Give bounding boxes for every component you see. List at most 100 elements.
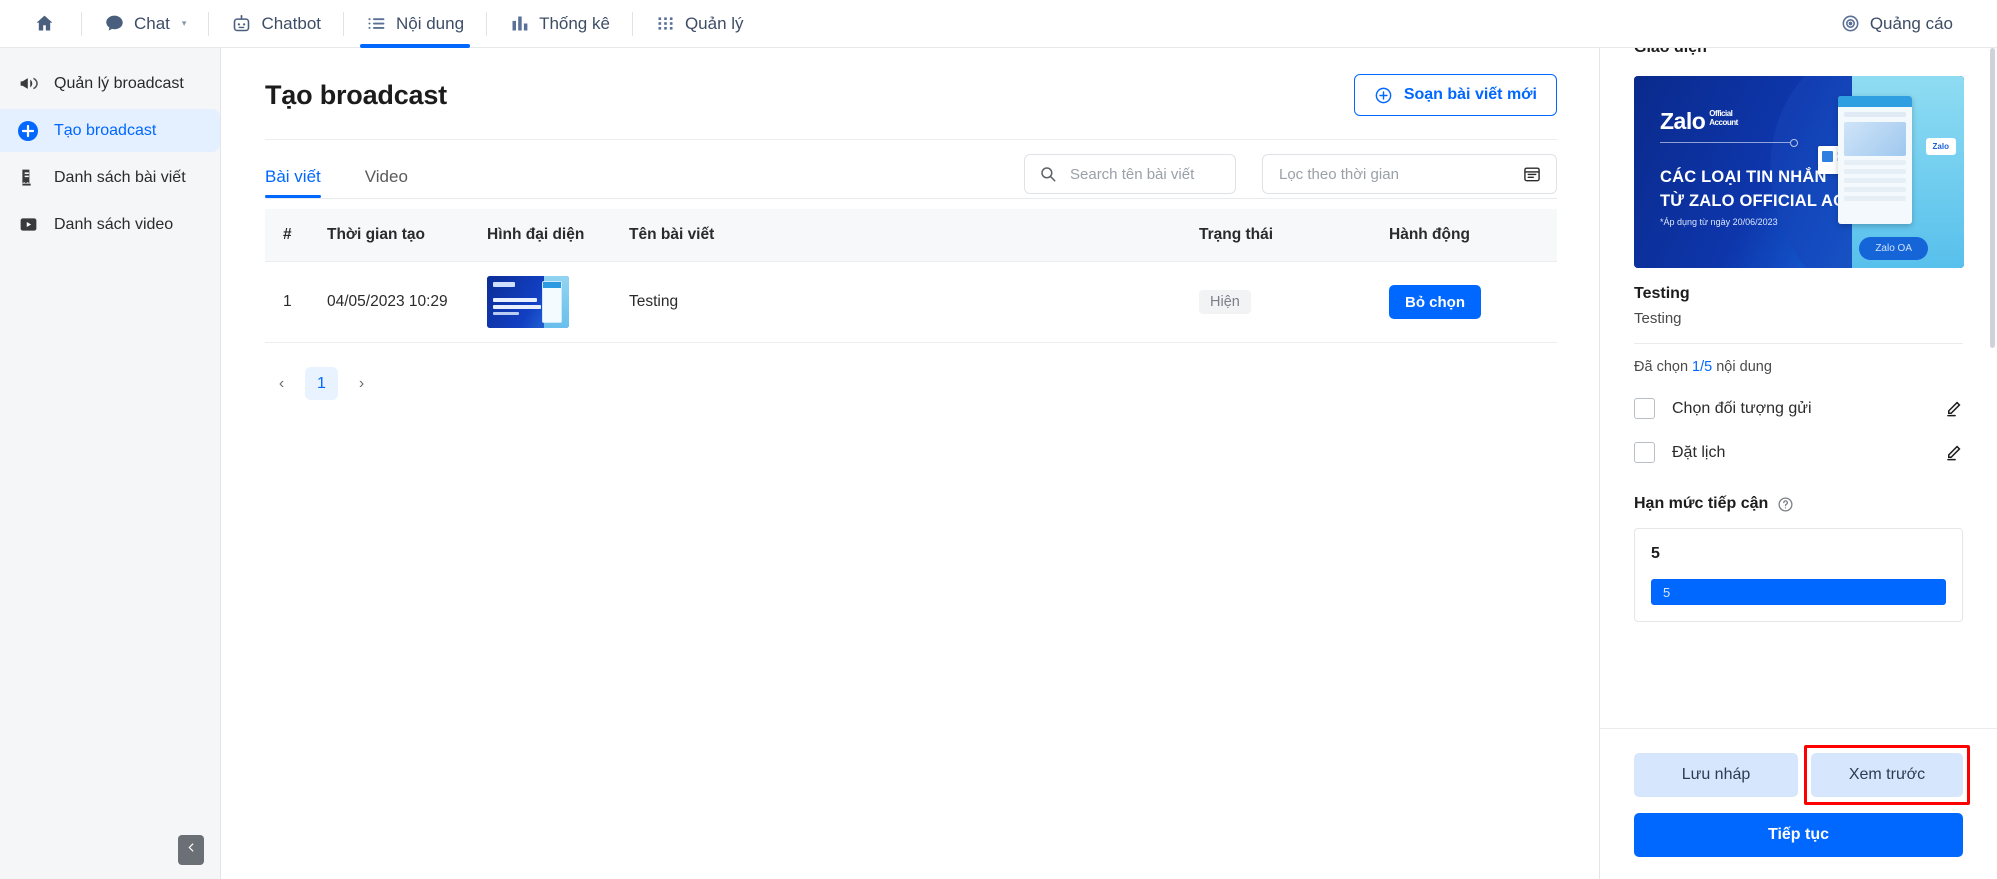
nav-item-thong-ke[interactable]: Thống kê (487, 0, 632, 47)
left-sidebar: Quản lý broadcast Tạo broadcast Danh sác… (0, 48, 221, 879)
preview-phone-mock (1838, 96, 1912, 224)
tab-video[interactable]: Video (365, 159, 408, 198)
selected-suffix: nội dung (1712, 359, 1772, 375)
nav-item-chat[interactable]: Chat ▾ (82, 0, 208, 47)
nav-item-chatbot[interactable]: Chatbot (209, 0, 343, 47)
chevron-down-icon[interactable]: ▾ (182, 18, 187, 29)
nav-item-label-quang-cao: Quảng cáo (1869, 13, 1953, 33)
preview-bubble: Zalo (1925, 138, 1956, 155)
save-draft-button[interactable]: Lưu nháp (1634, 753, 1798, 797)
compose-button-label: Soạn bài viết mới (1403, 86, 1537, 103)
selected-count-text: Đã chọn 1/5 nội dung (1634, 359, 1963, 375)
search-icon (1039, 165, 1057, 183)
selected-prefix: Đã chọn (1634, 359, 1693, 375)
grid-dots-icon (655, 13, 676, 34)
pencil-icon[interactable] (1944, 443, 1963, 462)
nav-item-quang-cao[interactable]: Quảng cáo (1818, 13, 1975, 34)
main-content: Tạo broadcast Soạn bài viết mới Bài viết… (221, 48, 1599, 879)
robot-icon (231, 13, 252, 34)
question-circle-icon[interactable] (1777, 496, 1794, 513)
broadcast-preview-image: Zalo Official Account CÁC LOẠI TIN NHẮN TỪ… (1634, 76, 1964, 268)
option-row-dat-lich[interactable]: Đặt lịch (1634, 442, 1963, 463)
reach-limit-value: 5 (1651, 545, 1660, 562)
search-input[interactable] (1068, 164, 1221, 184)
sidebar-item-tao-broadcast[interactable]: Tạo broadcast (0, 109, 220, 152)
nav-item-noi-dung[interactable]: Nội dung (344, 0, 486, 48)
option-row-chon-doi-tuong-gui[interactable]: Chọn đối tượng gửi (1634, 398, 1963, 419)
nav-item-label-thong-ke: Thống kê (539, 13, 610, 33)
preview-button-wrapper: Xem trước (1804, 745, 1970, 805)
pagination: ‹ 1 › (221, 343, 1599, 400)
pagination-page-1[interactable]: 1 (305, 367, 338, 400)
compose-new-post-button[interactable]: Soạn bài viết mới (1353, 74, 1557, 116)
home-icon (34, 13, 55, 34)
pagination-next[interactable]: › (345, 367, 378, 400)
col-header-created-at: Thời gian tạo (327, 209, 487, 262)
pagination-prev[interactable]: ‹ (265, 367, 298, 400)
cell-thumbnail (487, 261, 629, 343)
reach-limit-bar: 5 (1651, 579, 1946, 605)
nav-item-label-noi-dung: Nội dung (396, 13, 465, 33)
tab-label: Bài viết (265, 167, 321, 186)
top-navigation-bar: Chat ▾ Chatbot Nội dung Thống kê Quản lý… (0, 0, 1997, 48)
calendar-icon[interactable] (1522, 164, 1542, 184)
cell-index: 1 (265, 261, 327, 343)
post-thumbnail-image (487, 276, 569, 328)
tab-bai-viet[interactable]: Bài viết (265, 159, 321, 198)
megaphone-icon (16, 72, 40, 96)
sidebar-item-label: Danh sách video (54, 215, 174, 233)
date-filter-input[interactable] (1277, 164, 1511, 184)
content-tabs: Bài viết Video (265, 159, 452, 198)
right-panel-divider (1634, 343, 1963, 344)
preview-brand-name: Zalo (1660, 108, 1706, 134)
list-icon (366, 13, 387, 34)
target-icon (1840, 13, 1861, 34)
search-box[interactable] (1024, 154, 1236, 194)
page-title: Tạo broadcast (265, 79, 447, 110)
sidebar-collapse-button[interactable] (178, 835, 204, 865)
tabs-and-filters-row: Bài viết Video (221, 154, 1599, 198)
col-header-post-name: Tên bài viết (629, 209, 1199, 262)
table-header-row: # Thời gian tạo Hình đại diện Tên bài vi… (265, 209, 1557, 262)
tab-label: Video (364, 167, 408, 186)
pencil-icon[interactable] (1944, 399, 1963, 418)
bar-chart-icon (509, 13, 530, 34)
posts-table: # Thời gian tạo Hình đại diện Tên bài vi… (265, 209, 1557, 343)
col-header-thumbnail: Hình đại diện (487, 209, 629, 262)
body-container: Quản lý broadcast Tạo broadcast Danh sác… (0, 48, 1997, 879)
table-wrapper: # Thời gian tạo Hình đại diện Tên bài vi… (221, 209, 1599, 343)
preview-button[interactable]: Xem trước (1811, 753, 1963, 797)
date-filter-box[interactable] (1262, 154, 1557, 194)
continue-button[interactable]: Tiếp tục (1634, 813, 1963, 857)
sidebar-item-danh-sach-bai-viet[interactable]: Danh sách bài viết (0, 156, 220, 199)
sidebar-item-danh-sach-video[interactable]: Danh sách video (0, 203, 220, 246)
filters (1024, 154, 1557, 198)
option-label: Chọn đối tượng gửi (1672, 399, 1812, 417)
right-panel-scroll-area: Giao diện ZaloOfficialAccount CÁC LOẠI T… (1600, 48, 1997, 728)
preview-oa-tag: Zalo OA (1859, 237, 1928, 260)
nav-item-home[interactable] (28, 0, 81, 47)
table-row[interactable]: 1 04/05/2023 10:29 Testing Hiện Bỏ chọn (265, 261, 1557, 343)
broadcast-title: Testing (1634, 285, 1690, 302)
reach-limit-header: Hạn mức tiếp cận (1634, 495, 1963, 513)
nav-item-label-chatbot: Chatbot (261, 13, 321, 33)
table-body: 1 04/05/2023 10:29 Testing Hiện Bỏ chọn (265, 261, 1557, 343)
reach-limit-label: Hạn mức tiếp cận (1634, 495, 1769, 512)
plus-circle-outline-icon (1374, 86, 1393, 105)
receipt-icon (16, 166, 40, 190)
right-panel-section-heading: Giao diện (1634, 48, 1963, 61)
nav-item-quan-ly[interactable]: Quản lý (633, 0, 766, 47)
sidebar-item-quan-ly-broadcast[interactable]: Quản lý broadcast (0, 62, 220, 105)
preview-brand: Zalo Official Account (1660, 108, 1738, 135)
checkbox-dat-lich[interactable] (1634, 442, 1655, 463)
unselect-button[interactable]: Bỏ chọn (1389, 285, 1481, 319)
selected-count-value: 1/5 (1692, 359, 1713, 375)
checkbox-chon-doi-tuong-gui[interactable] (1634, 398, 1655, 419)
cell-status: Hiện (1199, 261, 1389, 343)
sidebar-item-label: Quản lý broadcast (54, 74, 184, 92)
option-label: Đặt lịch (1672, 443, 1726, 461)
right-panel-scrollbar[interactable] (1990, 48, 1995, 348)
plus-circle-icon (16, 119, 40, 143)
preview-note: *Áp dụng từ ngày 20/06/2023 (1660, 217, 1778, 227)
chat-icon (104, 13, 125, 34)
